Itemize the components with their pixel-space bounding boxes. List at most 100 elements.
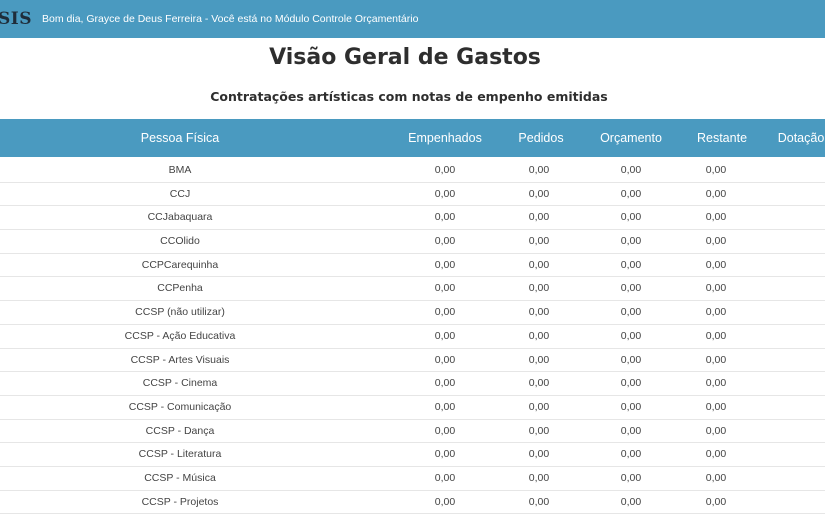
- cell-pedidos: 0,00: [528, 258, 550, 271]
- table-row: CCJ 0,00 0,00 0,00 0,00: [0, 183, 825, 207]
- cell-orcamento: 0,00: [620, 400, 642, 413]
- cell-restante: 0,00: [705, 187, 727, 200]
- cell-orcamento: 0,00: [620, 164, 642, 176]
- cell-empenhados: 0,00: [434, 448, 456, 461]
- cell-pedidos: 0,00: [528, 235, 550, 248]
- cell-pedidos: 0,00: [528, 353, 550, 366]
- cell-empenhados: 0,00: [434, 164, 456, 176]
- cell-restante: 0,00: [705, 353, 727, 366]
- column-header-pessoa-fisica: Pessoa Física: [140, 131, 220, 145]
- cell-pedidos: 0,00: [528, 282, 550, 295]
- column-header-restante: Restante: [696, 131, 748, 145]
- cell-orcamento: 0,00: [620, 471, 642, 484]
- table-row: CCSP - Comunicação 0,00 0,00 0,00 0,00: [0, 396, 825, 420]
- table-row: CCSP - Cinema 0,00 0,00 0,00 0,00: [0, 372, 825, 396]
- cell-orcamento: 0,00: [620, 424, 642, 437]
- cell-restante: 0,00: [705, 164, 727, 176]
- table-row: CCSP - Ação Educativa 0,00 0,00 0,00 0,00: [0, 325, 825, 349]
- cell-pessoa-fisica: CCJ: [169, 187, 191, 200]
- table-row: BMA 0,00 0,00 0,00 0,00: [0, 159, 825, 183]
- column-header-pedidos: Pedidos: [518, 131, 564, 145]
- table-header: Pessoa Física Empenhados Pedidos Orçamen…: [0, 119, 825, 157]
- table-body: BMA 0,00 0,00 0,00 0,00 CCJ 0,00 0,00 0,00 0,00 CC…: [0, 159, 825, 514]
- cell-empenhados: 0,00: [434, 495, 456, 508]
- cell-empenhados: 0,00: [434, 306, 456, 319]
- cell-empenhados: 0,00: [434, 211, 456, 224]
- table-row: CCJabaquara 0,00 0,00 0,00 0,00: [0, 206, 825, 231]
- cell-pessoa-fisica: CCJabaquara: [147, 211, 213, 224]
- cell-restante: 0,00: [705, 306, 727, 319]
- cell-orcamento: 0,00: [620, 377, 642, 390]
- cell-pedidos: 0,00: [528, 377, 550, 390]
- cell-pessoa-fisica: CCOlido: [160, 235, 200, 248]
- table-row: CCPenha 0,00 0,00 0,00 0,00: [0, 277, 825, 302]
- column-header-dotacao: Dotação: [777, 131, 825, 145]
- table-row: CCSP - Dança 0,00 0,00 0,00 0,00: [0, 420, 825, 444]
- cell-restante: 0,00: [705, 377, 727, 390]
- cell-pessoa-fisica: CCSP - Música: [144, 471, 216, 484]
- cell-empenhados: 0,00: [434, 377, 456, 390]
- cell-orcamento: 0,00: [620, 235, 642, 248]
- cell-empenhados: 0,00: [434, 235, 456, 248]
- cell-pedidos: 0,00: [528, 187, 550, 200]
- cell-orcamento: 0,00: [620, 282, 642, 295]
- cell-restante: 0,00: [705, 471, 727, 484]
- cell-pessoa-fisica: CCSP (não utilizar): [135, 306, 225, 319]
- app-logo[interactable]: SIS: [0, 9, 32, 29]
- table-row: CCSP (não utilizar) 0,00 0,00 0,00 0,00: [0, 301, 825, 325]
- cell-restante: 0,00: [705, 258, 727, 271]
- cell-restante: 0,00: [705, 424, 727, 437]
- cell-empenhados: 0,00: [434, 471, 456, 484]
- cell-empenhados: 0,00: [434, 424, 456, 437]
- table-row: CCSP - Música 0,00 0,00 0,00 0,00: [0, 467, 825, 491]
- cell-empenhados: 0,00: [434, 282, 456, 295]
- cell-pessoa-fisica: CCPenha: [157, 282, 203, 295]
- cell-restante: 0,00: [705, 211, 727, 224]
- cell-orcamento: 0,00: [620, 353, 642, 366]
- cell-pedidos: 0,00: [528, 495, 550, 508]
- cell-pedidos: 0,00: [528, 400, 550, 413]
- cell-pedidos: 0,00: [528, 424, 550, 437]
- cell-restante: 0,00: [705, 495, 727, 508]
- cell-empenhados: 0,00: [434, 353, 456, 366]
- cell-pedidos: 0,00: [528, 306, 550, 319]
- cell-empenhados: 0,00: [434, 329, 456, 342]
- cell-pedidos: 0,00: [528, 164, 550, 176]
- cell-empenhados: 0,00: [434, 258, 456, 271]
- table-row: CCSP - Projetos 0,00 0,00 0,00 0,00: [0, 491, 825, 514]
- cell-pedidos: 0,00: [528, 471, 550, 484]
- column-header-orcamento: Orçamento: [600, 131, 662, 145]
- page-subtitle: Contratações artísticas com notas de emp…: [210, 89, 608, 104]
- cell-orcamento: 0,00: [620, 258, 642, 271]
- cell-pessoa-fisica: CCPCarequinha: [141, 258, 219, 271]
- cell-pessoa-fisica: CCSP - Ação Educativa: [124, 329, 236, 342]
- cell-pedidos: 0,00: [528, 329, 550, 342]
- cell-pessoa-fisica: CCSP - Dança: [145, 424, 215, 437]
- cell-restante: 0,00: [705, 400, 727, 413]
- cell-pessoa-fisica: CCSP - Artes Visuais: [130, 353, 230, 366]
- page-title: Visão Geral de Gastos: [269, 45, 541, 70]
- top-bar: SIS Bom dia, Grayce de Deus Ferreira - V…: [0, 0, 825, 38]
- cell-pessoa-fisica: CCSP - Projetos: [141, 495, 219, 508]
- cell-orcamento: 0,00: [620, 187, 642, 200]
- cell-pessoa-fisica: CCSP - Comunicação: [128, 400, 232, 413]
- cell-restante: 0,00: [705, 329, 727, 342]
- cell-pessoa-fisica: CCSP - Cinema: [142, 377, 218, 390]
- cell-orcamento: 0,00: [620, 211, 642, 224]
- table-row: CCPCarequinha 0,00 0,00 0,00 0,00: [0, 254, 825, 278]
- cell-restante: 0,00: [705, 282, 727, 295]
- cell-orcamento: 0,00: [620, 306, 642, 319]
- table-row: CCOlido 0,00 0,00 0,00 0,00: [0, 230, 825, 254]
- column-header-empenhados: Empenhados: [408, 131, 482, 145]
- cell-pedidos: 0,00: [528, 211, 550, 224]
- table-row: CCSP - Literatura 0,00 0,00 0,00 0,00: [0, 443, 825, 467]
- cell-pessoa-fisica: BMA: [168, 164, 192, 176]
- cell-orcamento: 0,00: [620, 329, 642, 342]
- cell-empenhados: 0,00: [434, 187, 456, 200]
- cell-empenhados: 0,00: [434, 400, 456, 413]
- cell-pedidos: 0,00: [528, 448, 550, 461]
- cell-orcamento: 0,00: [620, 495, 642, 508]
- cell-restante: 0,00: [705, 448, 727, 461]
- cell-restante: 0,00: [705, 235, 727, 248]
- greeting-text: Bom dia, Grayce de Deus Ferreira - Você …: [42, 13, 419, 25]
